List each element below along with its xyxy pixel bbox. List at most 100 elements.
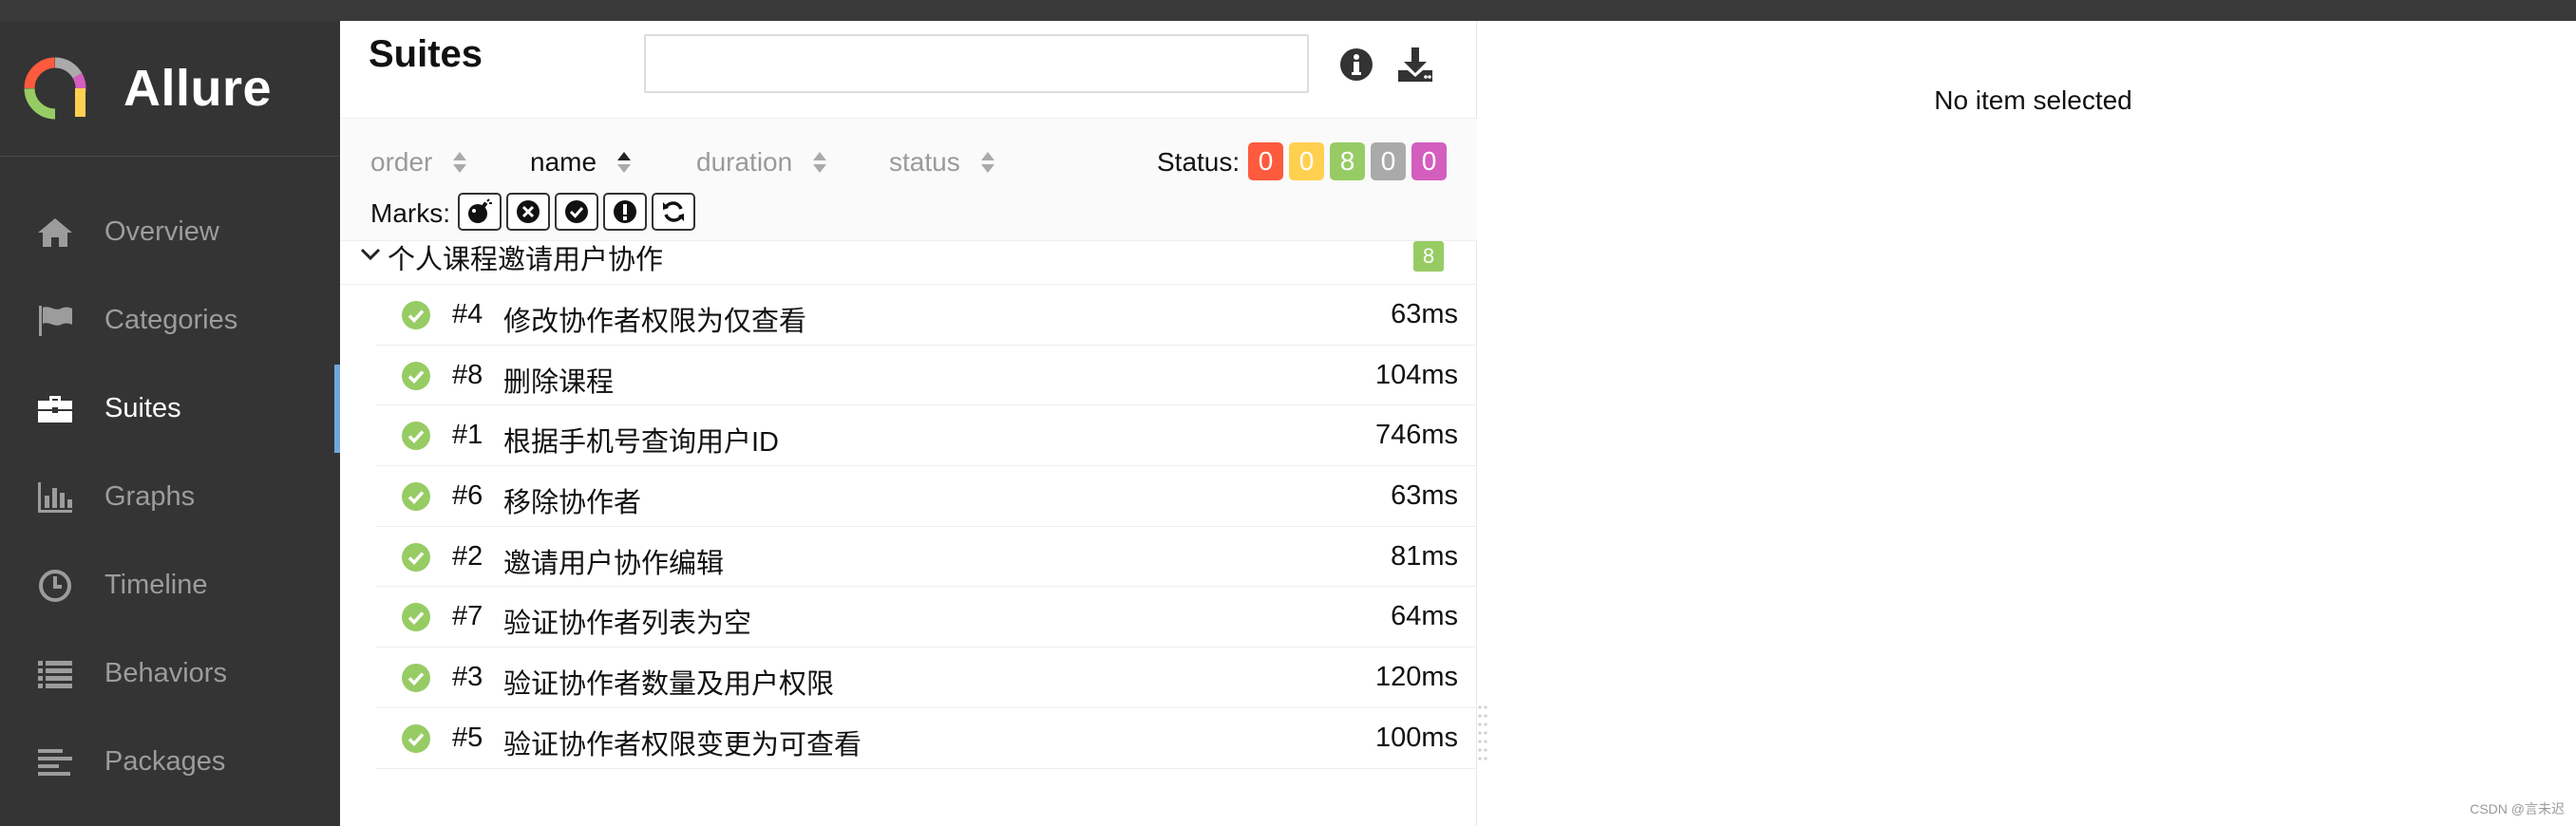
test-case-order: #6: [452, 480, 483, 512]
sort-label: duration: [696, 147, 793, 177]
brand-name: Allure: [123, 60, 273, 117]
status-passed-toggle[interactable]: 8: [1330, 142, 1365, 180]
test-case-row[interactable]: #6 移除协作者 63ms: [376, 466, 1477, 527]
test-case-order: #2: [452, 540, 483, 572]
download-icon[interactable]: [1394, 44, 1436, 85]
sidebar-item-label: Behaviors: [104, 658, 227, 688]
sort-by-name[interactable]: name: [530, 147, 633, 178]
new-broken-icon: [614, 200, 636, 223]
test-case-order: #5: [452, 722, 483, 753]
test-case-name: 删除课程: [503, 366, 615, 398]
sort-label: name: [530, 147, 597, 177]
sidebar-item-label: Timeline: [104, 570, 208, 600]
sidebar-item-graphs[interactable]: Graphs: [0, 453, 340, 541]
passed-check-icon: [402, 603, 430, 632]
allure-logo-icon: [24, 57, 86, 120]
test-case-order: #7: [452, 601, 483, 632]
sidebar-item-suites[interactable]: Suites: [0, 365, 340, 453]
sidebar-item-timeline[interactable]: Timeline: [0, 541, 340, 629]
briefcase-icon: [34, 391, 76, 427]
test-case-duration: 64ms: [1391, 601, 1458, 632]
sidebar-item-behaviors[interactable]: Behaviors: [0, 629, 340, 718]
passed-check-icon: [402, 361, 430, 390]
sort-by-status[interactable]: status: [889, 147, 996, 178]
test-case-order: #3: [452, 662, 483, 693]
sort-label: status: [889, 147, 960, 177]
new-failed-icon: [517, 200, 540, 223]
bar-chart-icon: [34, 479, 76, 516]
sort-label: order: [370, 147, 433, 177]
test-case-duration: 120ms: [1374, 662, 1458, 693]
test-case-name: 邀请用户协作编辑: [503, 548, 725, 579]
pane-resize-handle[interactable]: [1477, 703, 1490, 769]
sidebar-item-label: Overview: [104, 216, 219, 247]
sort-icon: [453, 152, 467, 173]
clock-icon: [34, 568, 76, 604]
suite-group[interactable]: 个人课程邀请用户协作 8: [340, 222, 1477, 285]
sidebar-item-packages[interactable]: Packages: [0, 718, 340, 806]
retries-icon: [663, 201, 684, 222]
test-case-list: #4 修改协作者权限为仅查看 63ms #8 删除课程 104ms #1 根据手机号查询用户I…: [376, 285, 1477, 769]
new-passed-icon: [565, 200, 588, 223]
sort-by-duration[interactable]: duration: [696, 147, 828, 178]
passed-check-icon: [402, 422, 430, 451]
passed-check-icon: [402, 482, 430, 512]
passed-check-icon: [402, 301, 430, 329]
sidebar-item-label: Suites: [104, 393, 181, 423]
test-case-row[interactable]: #8 删除课程 104ms: [376, 346, 1477, 406]
status-skipped-toggle[interactable]: 0: [1371, 142, 1406, 180]
test-case-order: #1: [452, 420, 483, 451]
suites-tree-pane: Suites order name duration status Status…: [340, 21, 1487, 826]
test-case-row[interactable]: #7 验证协作者列表为空 64ms: [376, 587, 1477, 648]
sort-icon: [980, 152, 994, 173]
sidebar-nav: Overview Categories Suites Graphs Timeli…: [0, 188, 340, 806]
list-icon: [34, 656, 76, 692]
test-case-row[interactable]: #1 根据手机号查询用户ID 746ms: [376, 405, 1477, 467]
status-failed-toggle[interactable]: 0: [1248, 142, 1283, 180]
test-case-duration: 100ms: [1374, 722, 1458, 753]
test-case-row[interactable]: #2 邀请用户协作编辑 81ms: [376, 527, 1477, 588]
status-broken-toggle[interactable]: 0: [1289, 142, 1324, 180]
brand[interactable]: Allure: [0, 21, 340, 157]
passed-check-icon: [402, 664, 430, 693]
status-filter-label: Status:: [1157, 147, 1241, 177]
test-case-name: 验证协作者权限变更为可查看: [503, 729, 862, 760]
sort-by-order[interactable]: order: [370, 147, 468, 178]
details-pane: No item selected CSDN @言未迟: [1490, 21, 2576, 826]
test-case-order: #8: [452, 359, 483, 390]
align-left-icon: [34, 744, 76, 780]
chevron-down-icon: [360, 248, 381, 261]
test-case-order: #4: [452, 299, 483, 329]
test-case-row[interactable]: #3 验证协作者数量及用户权限 120ms: [376, 648, 1477, 708]
suite-group-name: 个人课程邀请用户协作: [388, 245, 664, 275]
sidebar: Allure Overview Categories Suites Graphs: [0, 21, 340, 826]
status-unknown-toggle[interactable]: 0: [1411, 142, 1447, 180]
test-case-name: 验证协作者数量及用户权限: [503, 669, 835, 701]
test-case-name: 移除协作者: [503, 488, 642, 519]
page-title: Suites: [369, 33, 483, 75]
suite-group-passed-count: 8: [1413, 241, 1444, 272]
test-case-row[interactable]: #5 验证协作者权限变更为可查看 100ms: [376, 708, 1477, 769]
test-case-row[interactable]: #4 修改协作者权限为仅查看 63ms: [376, 285, 1477, 346]
sidebar-item-label: Graphs: [104, 481, 196, 512]
test-case-duration: 81ms: [1391, 540, 1458, 572]
sort-icon: [813, 152, 827, 173]
test-case-duration: 63ms: [1391, 299, 1458, 329]
sidebar-item-overview[interactable]: Overview: [0, 188, 340, 276]
test-case-name: 根据手机号查询用户ID: [503, 427, 780, 459]
test-case-name: 验证协作者列表为空: [503, 609, 752, 640]
watermark: CSDN @言未迟: [2470, 801, 2565, 817]
sidebar-item-label: Packages: [104, 746, 226, 777]
passed-check-icon: [402, 723, 430, 753]
flaky-icon: [468, 198, 492, 223]
search-input[interactable]: [644, 34, 1309, 93]
empty-state-message: No item selected: [1934, 85, 2132, 115]
passed-check-icon: [402, 542, 430, 572]
window-top-bar: [0, 0, 2576, 21]
status-filter: 0 0 8 0 0: [1248, 142, 1452, 180]
test-case-name: 修改协作者权限为仅查看: [503, 307, 807, 337]
sort-ascending-icon: [617, 152, 632, 173]
test-case-duration: 63ms: [1391, 480, 1458, 512]
sidebar-item-categories[interactable]: Categories: [0, 276, 340, 365]
info-icon[interactable]: [1335, 44, 1377, 85]
